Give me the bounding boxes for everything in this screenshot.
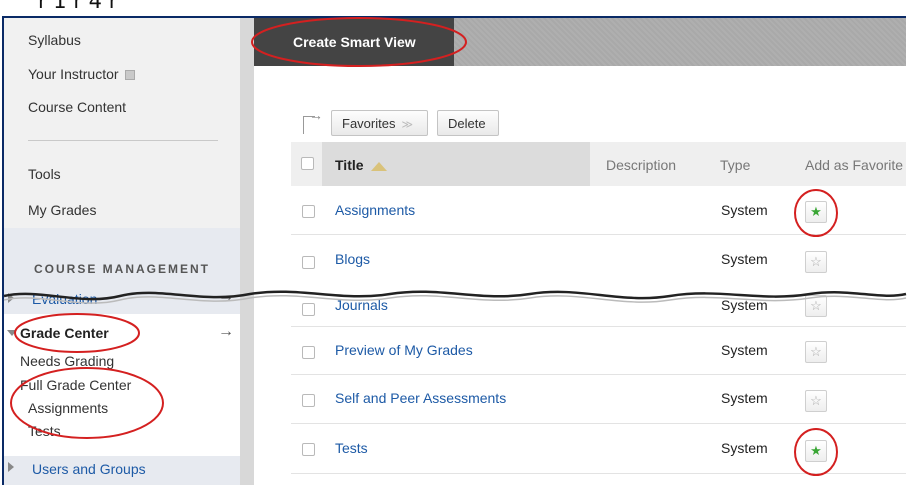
row-title-link[interactable]: Tests bbox=[335, 440, 368, 456]
row-title-link[interactable]: Blogs bbox=[335, 251, 370, 267]
course-management-title: COURSE MANAGEMENT bbox=[34, 262, 211, 276]
expand-triangle-icon[interactable] bbox=[8, 462, 14, 472]
arrow-right-icon[interactable]: → bbox=[218, 288, 234, 306]
green-star-icon[interactable]: ★ bbox=[805, 201, 827, 223]
create-smart-view-button[interactable]: Create Smart View bbox=[254, 18, 454, 66]
collapse-triangle-icon[interactable] bbox=[7, 330, 17, 336]
sidebar-item-tools[interactable]: Tools bbox=[28, 166, 61, 182]
sidebar-item-assignments[interactable]: Assignments bbox=[28, 400, 108, 416]
page-icon bbox=[125, 70, 136, 80]
sidebar-item-course-content[interactable]: Course Content bbox=[28, 99, 126, 115]
sort-ascending-icon[interactable] bbox=[371, 162, 387, 171]
column-header-type[interactable]: Type bbox=[720, 157, 750, 173]
row-divider bbox=[291, 234, 906, 235]
row-checkbox[interactable] bbox=[302, 256, 315, 269]
row-type: System bbox=[721, 390, 768, 406]
favorites-label: Favorites bbox=[342, 116, 396, 131]
sidebar-item-needs-grading[interactable]: Needs Grading bbox=[20, 353, 114, 369]
gray-star-icon[interactable]: ☆ bbox=[805, 295, 827, 317]
sidebar-item-label: Your Instructor bbox=[28, 66, 119, 82]
row-divider bbox=[291, 374, 906, 375]
row-divider bbox=[291, 326, 906, 327]
sidebar-divider bbox=[28, 140, 218, 141]
gray-star-icon[interactable]: ☆ bbox=[805, 341, 827, 363]
row-title-link[interactable]: Journals bbox=[335, 297, 388, 313]
row-type: System bbox=[721, 202, 768, 218]
expand-triangle-icon[interactable] bbox=[8, 293, 14, 303]
row-checkbox[interactable] bbox=[302, 303, 315, 316]
row-checkbox[interactable] bbox=[302, 205, 315, 218]
column-header-description[interactable]: Description bbox=[606, 157, 676, 173]
gray-star-icon[interactable]: ☆ bbox=[805, 251, 827, 273]
arrow-right-icon[interactable]: → bbox=[218, 323, 234, 341]
favorites-button[interactable]: Favorites ≫ bbox=[331, 110, 428, 136]
gray-star-icon[interactable]: ☆ bbox=[805, 390, 827, 412]
row-title-link[interactable]: Self and Peer Assessments bbox=[335, 390, 506, 406]
sidebar-item-syllabus[interactable]: Syllabus bbox=[28, 32, 81, 48]
arrow-right-icon: → bbox=[309, 107, 323, 123]
sidebar-item-my-grades[interactable]: My Grades bbox=[28, 202, 96, 218]
delete-button[interactable]: Delete bbox=[437, 110, 499, 136]
select-all-checkbox[interactable] bbox=[301, 157, 314, 170]
row-checkbox[interactable] bbox=[302, 394, 315, 407]
column-header-add-as-favorite: Add as Favorite bbox=[805, 157, 904, 173]
row-type: System bbox=[721, 440, 768, 456]
row-type: System bbox=[721, 297, 768, 313]
sidebar-item-evaluation[interactable]: Evaluation bbox=[32, 291, 97, 307]
sidebar-item-full-grade-center[interactable]: Full Grade Center bbox=[20, 377, 131, 393]
row-title-link[interactable]: Preview of My Grades bbox=[335, 342, 473, 358]
chevron-down-icon: ≫ bbox=[401, 119, 413, 131]
row-checkbox[interactable] bbox=[302, 443, 315, 456]
sidebar-gutter bbox=[240, 18, 254, 485]
sidebar-item-users-and-groups[interactable]: Users and Groups bbox=[32, 461, 146, 477]
top-cropped-text: r 1 r 4 r bbox=[0, 0, 908, 17]
row-type: System bbox=[721, 342, 768, 358]
row-type: System bbox=[721, 251, 768, 267]
green-star-icon[interactable]: ★ bbox=[805, 440, 827, 462]
row-checkbox[interactable] bbox=[302, 346, 315, 359]
sidebar-item-tests[interactable]: Tests bbox=[28, 423, 61, 439]
row-title-link[interactable]: Assignments bbox=[335, 202, 415, 218]
sidebar-item-your-instructor[interactable]: Your Instructor bbox=[28, 66, 136, 82]
row-divider bbox=[291, 473, 906, 474]
column-header-title[interactable]: Title bbox=[335, 157, 364, 173]
screenshot-frame: r 1 r 4 r Syllabus Your Instructor Cours… bbox=[0, 0, 908, 487]
sidebar-item-grade-center[interactable]: Grade Center bbox=[20, 325, 109, 341]
row-divider bbox=[291, 423, 906, 424]
